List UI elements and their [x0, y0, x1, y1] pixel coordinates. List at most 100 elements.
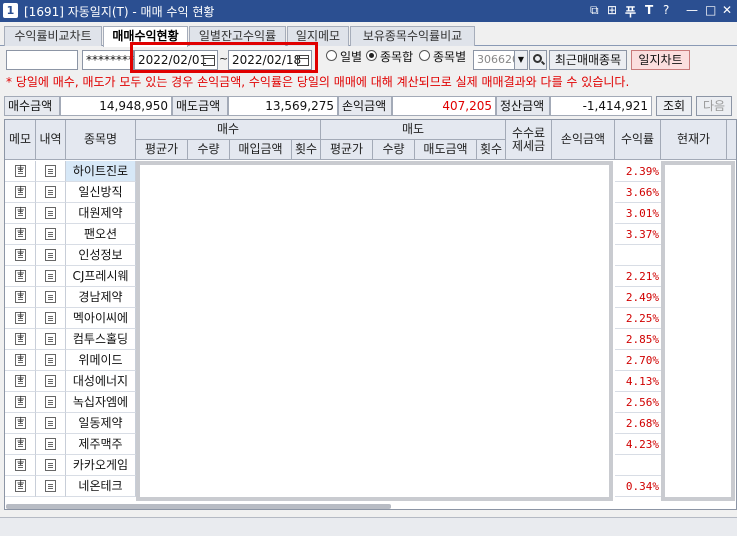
horizontal-scrollbar[interactable]: [4, 502, 737, 512]
close-icon[interactable]: ✕: [722, 3, 732, 17]
detail-cell[interactable]: [36, 161, 66, 182]
search-icon[interactable]: [529, 50, 547, 70]
tile-icon[interactable]: ⧉: [590, 3, 599, 18]
query-button[interactable]: 조회: [656, 96, 692, 116]
tab-holdings-compare[interactable]: 보유종목수익률비교: [350, 26, 475, 46]
stock-code-input[interactable]: 306620: [473, 50, 519, 70]
detail-cell[interactable]: [36, 308, 66, 329]
chevron-down-icon[interactable]: ▼: [514, 50, 528, 70]
detail-list-icon[interactable]: [45, 480, 56, 492]
detail-cell[interactable]: [36, 392, 66, 413]
memo-add-icon[interactable]: [14, 394, 26, 408]
detail-list-icon[interactable]: [45, 186, 56, 198]
detail-cell[interactable]: [36, 455, 66, 476]
stock-name[interactable]: 인성정보: [66, 245, 136, 266]
stock-name[interactable]: CJ프레시웨: [66, 266, 136, 287]
detail-cell[interactable]: [36, 476, 66, 497]
detail-cell[interactable]: [36, 329, 66, 350]
memo-cell[interactable]: [5, 266, 36, 287]
account-input[interactable]: [6, 50, 78, 70]
minimize-icon[interactable]: —: [686, 3, 698, 17]
memo-add-icon[interactable]: [14, 436, 26, 450]
recent-trades-button[interactable]: 최근매매종목: [549, 50, 627, 70]
memo-add-icon[interactable]: [14, 415, 26, 429]
memo-add-icon[interactable]: [14, 373, 26, 387]
pin-icon[interactable]: 푸: [625, 3, 636, 20]
memo-cell[interactable]: [5, 455, 36, 476]
layout-icon[interactable]: ⊞: [607, 3, 617, 17]
detail-list-icon[interactable]: [45, 270, 56, 282]
detail-cell[interactable]: [36, 245, 66, 266]
memo-cell[interactable]: [5, 203, 36, 224]
stock-name[interactable]: 팬오션: [66, 224, 136, 245]
stock-name[interactable]: 카카오게임: [66, 455, 136, 476]
scroll-thumb[interactable]: [6, 504, 391, 509]
detail-list-icon[interactable]: [45, 291, 56, 303]
detail-cell[interactable]: [36, 413, 66, 434]
memo-add-icon[interactable]: [14, 310, 26, 324]
detail-cell[interactable]: [36, 266, 66, 287]
stock-name[interactable]: 컴투스홀딩: [66, 329, 136, 350]
memo-cell[interactable]: [5, 476, 36, 497]
stock-name[interactable]: 멕아이씨에: [66, 308, 136, 329]
radio-daily[interactable]: [326, 50, 337, 61]
detail-list-icon[interactable]: [45, 207, 56, 219]
memo-add-icon[interactable]: [14, 331, 26, 345]
detail-list-icon[interactable]: [45, 459, 56, 471]
memo-add-icon[interactable]: [14, 268, 26, 282]
journal-chart-button[interactable]: 일지차트: [631, 50, 690, 70]
detail-list-icon[interactable]: [45, 333, 56, 345]
stock-name[interactable]: 제주맥주: [66, 434, 136, 455]
memo-cell[interactable]: [5, 371, 36, 392]
password-input[interactable]: ********: [82, 50, 134, 70]
memo-add-icon[interactable]: [14, 205, 26, 219]
stock-name[interactable]: 하이트진로: [66, 161, 136, 182]
memo-add-icon[interactable]: [14, 163, 26, 177]
detail-list-icon[interactable]: [45, 249, 56, 261]
tab-yield-compare-chart[interactable]: 수익률비교차트: [4, 26, 102, 46]
memo-cell[interactable]: [5, 161, 36, 182]
radio-sum[interactable]: [366, 50, 377, 61]
memo-add-icon[interactable]: [14, 457, 26, 471]
memo-add-icon[interactable]: [14, 352, 26, 366]
detail-list-icon[interactable]: [45, 312, 56, 324]
stock-name[interactable]: 네온테크: [66, 476, 136, 497]
radio-by-item[interactable]: [419, 50, 430, 61]
stock-name[interactable]: 일동제약: [66, 413, 136, 434]
memo-add-icon[interactable]: [14, 478, 26, 492]
help-icon[interactable]: ?: [663, 3, 669, 17]
detail-cell[interactable]: [36, 350, 66, 371]
memo-cell[interactable]: [5, 413, 36, 434]
detail-list-icon[interactable]: [45, 354, 56, 366]
memo-cell[interactable]: [5, 308, 36, 329]
detail-list-icon[interactable]: [45, 438, 56, 450]
detail-list-icon[interactable]: [45, 417, 56, 429]
stock-name[interactable]: 경남제약: [66, 287, 136, 308]
stock-name[interactable]: 대원제약: [66, 203, 136, 224]
memo-cell[interactable]: [5, 434, 36, 455]
memo-cell[interactable]: [5, 182, 36, 203]
detail-list-icon[interactable]: [45, 228, 56, 240]
detail-cell[interactable]: [36, 224, 66, 245]
detail-cell[interactable]: [36, 182, 66, 203]
memo-cell[interactable]: [5, 392, 36, 413]
memo-cell[interactable]: [5, 224, 36, 245]
memo-add-icon[interactable]: [14, 289, 26, 303]
detail-cell[interactable]: [36, 287, 66, 308]
detail-list-icon[interactable]: [45, 165, 56, 177]
memo-add-icon[interactable]: [14, 247, 26, 261]
detail-list-icon[interactable]: [45, 396, 56, 408]
memo-cell[interactable]: [5, 329, 36, 350]
memo-add-icon[interactable]: [14, 184, 26, 198]
memo-cell[interactable]: [5, 350, 36, 371]
font-icon[interactable]: T: [645, 3, 653, 17]
stock-name[interactable]: 일신방직: [66, 182, 136, 203]
next-button[interactable]: 다음: [696, 96, 732, 116]
stock-name[interactable]: 대성에너지: [66, 371, 136, 392]
memo-cell[interactable]: [5, 245, 36, 266]
stock-name[interactable]: 위메이드: [66, 350, 136, 371]
detail-cell[interactable]: [36, 203, 66, 224]
detail-cell[interactable]: [36, 434, 66, 455]
stock-name[interactable]: 녹십자엠에: [66, 392, 136, 413]
memo-cell[interactable]: [5, 287, 36, 308]
